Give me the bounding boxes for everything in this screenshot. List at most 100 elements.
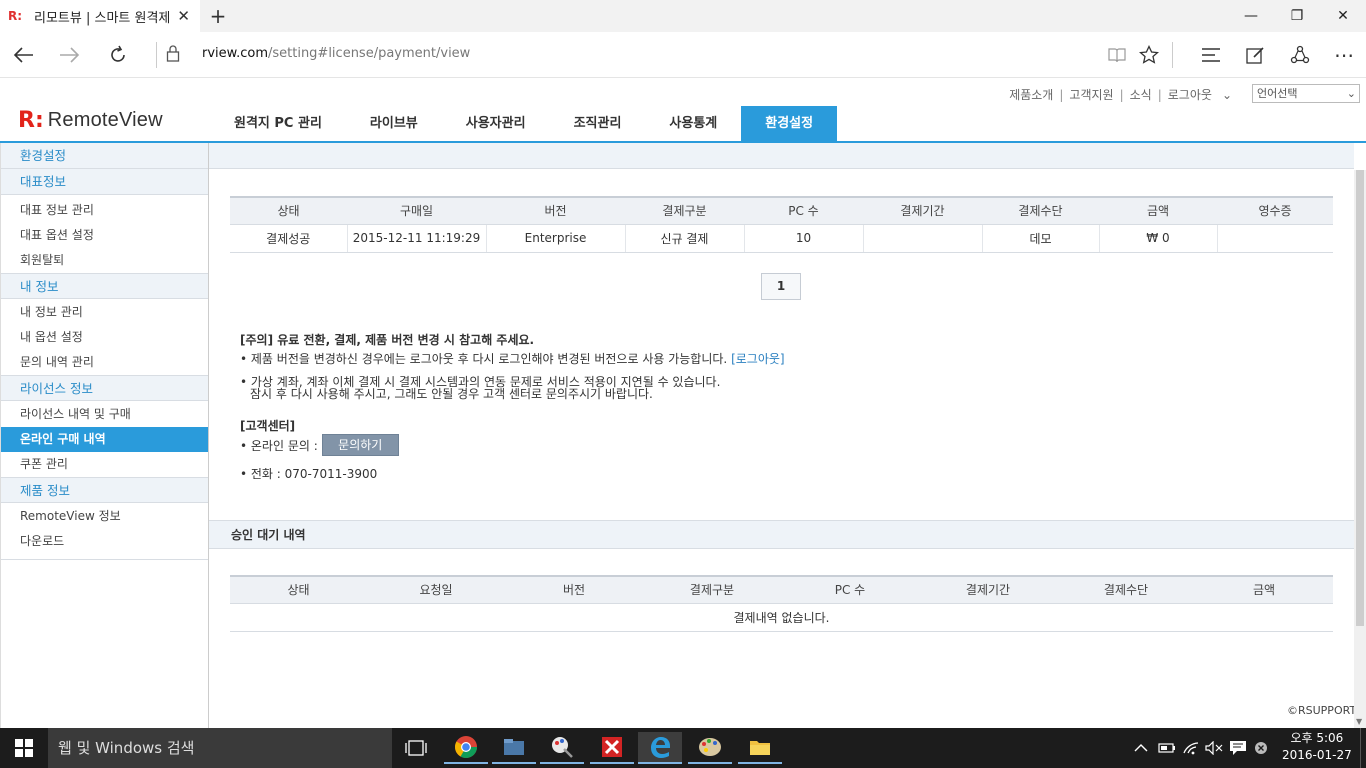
- nav-organization[interactable]: 조직관리: [550, 106, 646, 142]
- nav-divider: [156, 42, 157, 68]
- url-path: /setting#license/payment/view: [267, 46, 471, 61]
- task-view-icon[interactable]: [394, 732, 438, 764]
- sidebar-title[interactable]: 환경설정: [1, 143, 208, 169]
- table-row: 결제성공 2015-12-11 11:19:29 Enterprise 신규 결…: [230, 224, 1333, 253]
- system-clock[interactable]: 오후 5:06 2016-01-27: [1282, 730, 1352, 764]
- sidebar-item-my-info-manage[interactable]: 내 정보 관리: [1, 300, 208, 325]
- separator: |: [1059, 87, 1064, 102]
- cell-receipt[interactable]: [1217, 224, 1333, 253]
- nav-statistics[interactable]: 사용통계: [645, 106, 741, 142]
- back-button[interactable]: [8, 40, 38, 70]
- scrollbar-thumb[interactable]: [1356, 170, 1364, 626]
- empty-message: 결제내역 없습니다.: [230, 603, 1333, 632]
- chevron-down-icon[interactable]: ⌄: [1222, 88, 1232, 102]
- cell-version: Enterprise: [486, 224, 626, 253]
- url-host: rview.com: [202, 46, 268, 61]
- column-header: 버전: [486, 196, 625, 225]
- hub-icon[interactable]: [1196, 40, 1226, 70]
- online-inquiry-label: • 온라인 문의 :: [240, 438, 318, 453]
- top-link-support[interactable]: 고객지원: [1069, 86, 1113, 103]
- nav-users[interactable]: 사용자관리: [442, 106, 550, 142]
- top-link-logout[interactable]: 로그아웃: [1168, 86, 1212, 103]
- cell-payment-method: 데모: [982, 224, 1100, 253]
- file-explorer-icon[interactable]: [492, 732, 536, 764]
- cell-pc-count: 10: [744, 224, 864, 253]
- language-select-value: 언어선택: [1257, 87, 1298, 100]
- vertical-scrollbar[interactable]: ▼: [1354, 170, 1366, 728]
- sidebar-section-product[interactable]: 제품 정보: [1, 477, 208, 503]
- sidebar-item-online-purchase[interactable]: 온라인 구매 내역: [1, 427, 208, 452]
- windows-start-icon[interactable]: [0, 728, 48, 768]
- scroll-down-icon[interactable]: ▼: [1356, 717, 1362, 726]
- sidebar-item-coupon[interactable]: 쿠폰 관리: [1, 452, 208, 477]
- nav-remote-pc[interactable]: 원격지 PC 관리: [210, 106, 346, 142]
- refresh-button[interactable]: [103, 40, 133, 70]
- battery-icon[interactable]: [1158, 728, 1176, 768]
- sidebar-item-rep-option[interactable]: 대표 옵션 설정: [1, 223, 208, 248]
- page-button-1[interactable]: 1: [761, 273, 801, 300]
- sidebar: 환경설정 대표정보 대표 정보 관리 대표 옵션 설정 회원탈퇴 내 정보 내 …: [0, 143, 209, 728]
- clock-time: 오후 5:06: [1290, 731, 1344, 745]
- windows-taskbar: 웹 및 Windows 검색 오후 5:06 2016-01-27: [0, 728, 1366, 768]
- paint-app-icon[interactable]: [540, 732, 584, 764]
- sidebar-item-license-purchase[interactable]: 라이선스 내역 및 구매: [1, 402, 208, 427]
- address-bar[interactable]: rview.com/setting#license/payment/view: [202, 46, 470, 61]
- paint-palette-icon[interactable]: [688, 732, 732, 764]
- sidebar-section-rep-info[interactable]: 대표정보: [1, 169, 208, 195]
- top-link-news[interactable]: 소식: [1130, 86, 1152, 103]
- browser-navbar: rview.com/setting#license/payment/view ⋯: [0, 32, 1366, 78]
- browser-tab-bar: R: 리모트뷰 | 스마트 원격제 ✕ + — ❐ ✕: [0, 0, 1366, 32]
- sidebar-section-my-info[interactable]: 내 정보: [1, 273, 208, 299]
- edge-browser-icon[interactable]: [638, 732, 682, 764]
- sidebar-item-download[interactable]: 다운로드: [1, 529, 208, 554]
- tab-close-icon[interactable]: ✕: [177, 7, 190, 25]
- minimize-button[interactable]: —: [1228, 0, 1274, 32]
- sidebar-item-inquiry-history[interactable]: 문의 내역 관리: [1, 350, 208, 375]
- browser-tab[interactable]: R: 리모트뷰 | 스마트 원격제 ✕: [0, 0, 200, 32]
- column-header: 상태: [230, 575, 367, 604]
- taskbar-search-input[interactable]: 웹 및 Windows 검색: [48, 728, 392, 768]
- folder-icon[interactable]: [738, 732, 782, 764]
- share-icon[interactable]: [1285, 40, 1315, 70]
- notification-close-icon[interactable]: [1254, 728, 1268, 768]
- table-row: 결제내역 없습니다.: [230, 603, 1333, 632]
- notice-line-2b: 잠시 후 다시 사용해 주시고, 그래도 안될 경우 고객 센터로 문의주시기 …: [250, 387, 653, 401]
- top-link-product[interactable]: 제품소개: [1009, 86, 1053, 103]
- reading-view-icon[interactable]: [1102, 40, 1132, 70]
- volume-muted-icon[interactable]: [1205, 728, 1223, 768]
- language-select[interactable]: 언어선택 ⌄: [1252, 84, 1360, 103]
- sidebar-item-my-option[interactable]: 내 옵션 설정: [1, 325, 208, 350]
- more-menu-icon[interactable]: ⋯: [1329, 40, 1359, 70]
- remoteview-logo[interactable]: R: RemoteView: [18, 108, 163, 133]
- sidebar-section-license[interactable]: 라이선스 정보: [1, 375, 208, 401]
- favorite-star-icon[interactable]: [1134, 40, 1164, 70]
- show-desktop-button[interactable]: [1360, 728, 1366, 768]
- column-header: 결제수단: [982, 196, 1099, 225]
- nav-divider-2: [1172, 42, 1173, 68]
- web-note-icon[interactable]: [1240, 40, 1270, 70]
- logout-link[interactable]: [로그아웃]: [731, 352, 785, 366]
- new-tab-button[interactable]: +: [206, 4, 230, 28]
- sidebar-item-remoteview-info[interactable]: RemoteView 정보: [1, 504, 208, 529]
- forward-button[interactable]: [55, 40, 85, 70]
- close-window-button[interactable]: ✕: [1320, 0, 1366, 32]
- wifi-icon[interactable]: [1182, 728, 1200, 768]
- cell-status: 결제성공: [230, 224, 348, 253]
- maximize-button[interactable]: ❐: [1274, 0, 1320, 32]
- copyright: ©RSUPPORT: [1287, 704, 1357, 717]
- column-header: 금액: [1195, 575, 1333, 604]
- xmind-icon[interactable]: [590, 732, 634, 764]
- logo-word: RemoteView: [47, 109, 163, 131]
- action-center-icon[interactable]: [1229, 728, 1247, 768]
- inquiry-button[interactable]: 문의하기: [321, 434, 399, 456]
- sidebar-item-rep-info-manage[interactable]: 대표 정보 관리: [1, 198, 208, 223]
- sidebar-item-withdraw[interactable]: 회원탈퇴: [1, 248, 208, 273]
- tab-title: 리모트뷰 | 스마트 원격제: [34, 10, 171, 26]
- nav-liveview[interactable]: 라이브뷰: [346, 106, 442, 142]
- customer-center-heading: [고객센터]: [240, 419, 296, 433]
- logo-mark: R:: [18, 108, 44, 133]
- chrome-icon[interactable]: [444, 732, 488, 764]
- show-hidden-icons-icon[interactable]: [1134, 728, 1148, 768]
- nav-settings[interactable]: 환경설정: [741, 106, 838, 142]
- purchase-table: 상태 구매일 버전 결제구분 PC 수 결제기간 결제수단 금액 영수증 결제성…: [230, 196, 1333, 253]
